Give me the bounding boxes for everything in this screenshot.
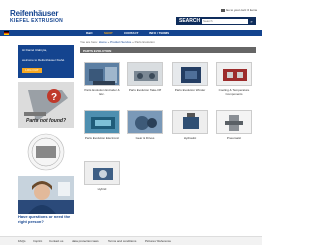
- nav-item-info[interactable]: INFO / TERMS: [149, 31, 169, 35]
- category-caption[interactable]: Hybrid: [84, 187, 120, 191]
- category-image: [84, 161, 120, 185]
- category-image: [127, 110, 163, 134]
- category-image: [172, 110, 208, 134]
- footer-link-terms[interactable]: Terms and conditions: [108, 239, 136, 243]
- brand-logo[interactable]: Reifenhäuser KIEFEL EXTRUSION: [10, 9, 72, 25]
- category-caption[interactable]: Gear & Drives: [127, 136, 163, 140]
- cart-text: Go to your cart: 0 items: [225, 8, 257, 12]
- category-caption[interactable]: Cooling & Temperature Components: [216, 88, 252, 96]
- footer-link-contact[interactable]: Contact us: [49, 239, 63, 243]
- category-tile[interactable]: Hybrid: [84, 161, 120, 191]
- support-person-photo: [18, 176, 74, 214]
- breadcrumb-sep: »: [132, 40, 134, 44]
- category-tile[interactable]: Parts Evolution Winder: [172, 62, 208, 92]
- brand-subtitle: KIEFEL EXTRUSION: [10, 18, 64, 24]
- category-tile[interactable]: Parts Evolution Extruder & Etc.: [84, 62, 120, 96]
- svg-text:?: ?: [51, 92, 57, 103]
- category-image: [127, 62, 163, 86]
- breadcrumb-current: Parts Evolution: [134, 40, 155, 44]
- category-tile[interactable]: Cooling & Temperature Components: [216, 62, 252, 96]
- section-title: PARTS EVOLUTION: [80, 47, 256, 53]
- login-welcome: welcome to Reifenhäuser Kiefel.: [22, 58, 66, 62]
- category-caption[interactable]: Pneumatic: [216, 136, 252, 140]
- header: Reifenhäuser KIEFEL EXTRUSION Go to your…: [0, 0, 262, 30]
- category-image: [172, 62, 208, 86]
- breadcrumb-home[interactable]: Home: [99, 40, 107, 44]
- footer-link-imprint[interactable]: Imprint: [33, 239, 42, 243]
- parts-not-found-text: Parts not found?: [26, 118, 66, 124]
- category-tile[interactable]: Gear & Drives: [127, 110, 163, 140]
- service-circle-graphic: [27, 133, 65, 171]
- breadcrumb: You are here: Home » Product Service » P…: [80, 40, 155, 44]
- category-tile[interactable]: Parts Evolution Take-Off: [127, 62, 163, 92]
- parts-not-found-banner[interactable]: ? Parts not found?: [18, 82, 74, 128]
- category-image: [84, 62, 120, 86]
- login-box: Hi Daniel Ulabryta, welcome to Reifenhäu…: [18, 45, 74, 78]
- main-nav: R&D SHOP CONTACT INFO / TERMS: [0, 30, 262, 36]
- category-caption[interactable]: Parts Evolution Electronic: [84, 136, 120, 140]
- category-caption[interactable]: Parts Evolution Winder: [172, 88, 208, 92]
- breadcrumb-prefix: You are here:: [80, 40, 98, 44]
- search-label: SEARCH: [179, 18, 201, 24]
- category-tile[interactable]: Pneumatic: [216, 110, 252, 140]
- support-question-text: Have questions or need the right person?: [18, 214, 71, 224]
- search-bar: SEARCH »: [176, 17, 256, 25]
- breadcrumb-category[interactable]: Product Service: [110, 40, 131, 44]
- footer: FAQs Imprint Contact us data protection …: [0, 236, 262, 245]
- logout-button[interactable]: LOG OUT: [22, 68, 42, 73]
- category-image: [216, 62, 252, 86]
- nav-item-shop[interactable]: SHOP: [104, 31, 113, 35]
- cart-link[interactable]: Go to your cart: 0 items: [220, 8, 257, 12]
- nav-item-contact[interactable]: CONTACT: [124, 31, 138, 35]
- category-tile[interactable]: Parts Evolution Electronic: [84, 110, 120, 140]
- search-input[interactable]: [202, 18, 248, 24]
- category-tile[interactable]: Hydraulic: [172, 110, 208, 140]
- footer-link-faqs[interactable]: FAQs: [18, 239, 26, 243]
- login-greeting: Hi Daniel Ulabryta,: [22, 48, 48, 52]
- search-submit-icon[interactable]: »: [249, 19, 254, 24]
- footer-link-pictures[interactable]: Pictures' Reference: [145, 239, 171, 243]
- cart-icon: [220, 8, 225, 12]
- brand-name: Reifenhäuser: [10, 9, 59, 18]
- german-flag-icon[interactable]: [4, 31, 9, 35]
- service-badge[interactable]: [18, 131, 74, 173]
- category-image: [84, 110, 120, 134]
- footer-link-privacy[interactable]: data protection laws: [72, 239, 99, 243]
- category-caption[interactable]: Parts Evolution Extruder & Etc.: [84, 88, 120, 96]
- support-contact-banner[interactable]: [18, 176, 74, 214]
- category-image: [216, 110, 252, 134]
- category-caption[interactable]: Hydraulic: [172, 136, 208, 140]
- category-caption[interactable]: Parts Evolution Take-Off: [127, 88, 163, 92]
- nav-item-rd[interactable]: R&D: [86, 31, 93, 35]
